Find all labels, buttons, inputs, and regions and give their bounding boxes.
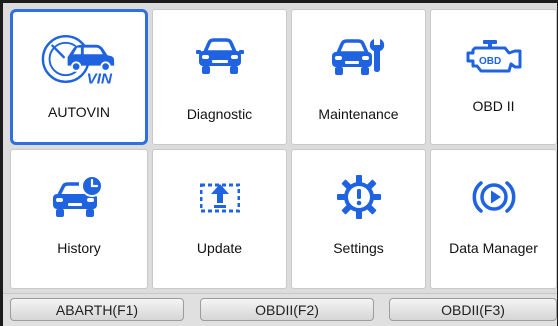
tile-obd-ii[interactable]: OBD OBD II [430, 9, 557, 145]
f3-button[interactable]: OBDII(F3) [389, 298, 557, 321]
tile-history[interactable]: History [10, 149, 148, 289]
car-wrench-icon [321, 28, 397, 86]
autovin-car-icon: VIN [41, 30, 117, 88]
tile-data-manager[interactable]: Data Manager [430, 149, 557, 289]
car-front-icon [182, 28, 258, 86]
tile-autovin[interactable]: VIN AUTOVIN [10, 9, 148, 145]
tile-diagnostic[interactable]: Diagnostic [152, 9, 287, 145]
tile-label: Settings [333, 240, 384, 256]
tile-label: OBD II [472, 98, 515, 114]
update-upload-icon [182, 168, 258, 226]
tile-update[interactable]: Update [152, 149, 287, 289]
f1-button[interactable]: ABARTH(F1) [10, 298, 184, 321]
tile-label: Data Manager [449, 240, 538, 256]
svg-text:VIN: VIN [87, 71, 113, 87]
function-key-bar: ABARTH(F1) OBDII(F2) OBDII(F3) [3, 293, 557, 326]
svg-text:OBD: OBD [479, 56, 501, 67]
tile-label: Update [196, 240, 243, 256]
car-clock-icon [41, 168, 117, 226]
tile-settings[interactable]: Settings [291, 149, 426, 289]
gear-warning-icon [321, 168, 397, 226]
f2-button[interactable]: OBDII(F2) [200, 298, 374, 321]
tile-label: Diagnostic [186, 106, 253, 122]
main-screen: VIN AUTOVIN Diagnostic Maintenance OBD O… [3, 3, 557, 326]
tile-label: AUTOVIN [48, 104, 110, 120]
engine-obd-icon: OBD [456, 28, 532, 86]
tile-maintenance[interactable]: Maintenance [291, 9, 426, 145]
tile-label: History [57, 240, 101, 256]
tile-label: Maintenance [318, 106, 399, 122]
play-circle-icon [456, 168, 532, 226]
